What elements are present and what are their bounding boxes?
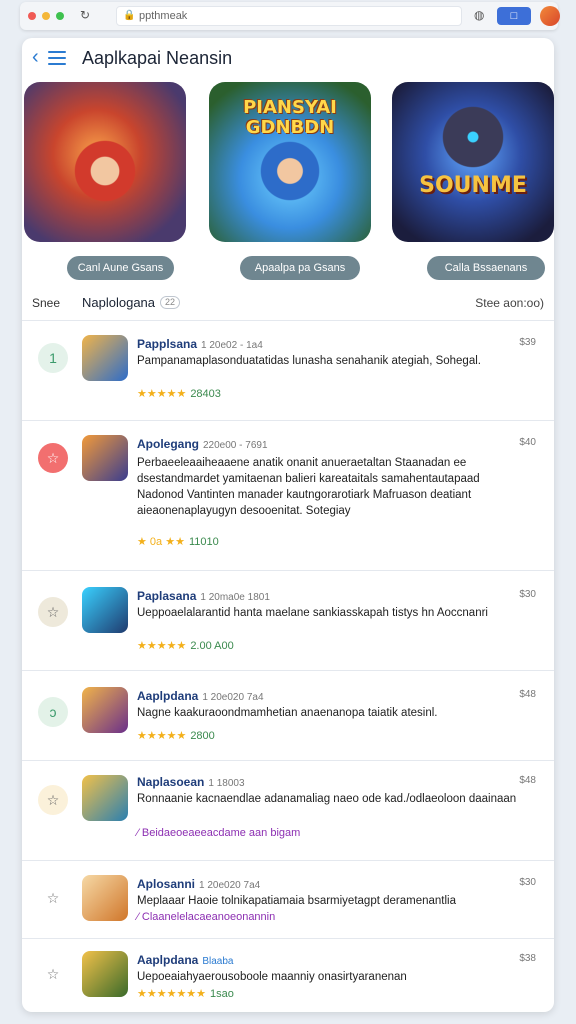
page-title: Aaplkapai Neansin <box>82 48 233 68</box>
game-thumbnail <box>82 335 128 381</box>
item-title: Papplsana 1 20e02 - 1a4 <box>137 337 263 351</box>
star-icon[interactable]: ☆ <box>38 959 68 989</box>
item-description: Meplaaar Haoie tolnikapatiamaia bsarmiye… <box>137 895 456 907</box>
rating-stars: ★ 0a ★★ 11010 <box>137 536 219 548</box>
window-maximize-dot[interactable] <box>56 12 64 20</box>
game-thumbnail <box>82 435 128 481</box>
item-title: Paplasana 1 20ma0e 1801 <box>137 589 270 603</box>
item-title: Apolegang 220e00 - 7691 <box>137 437 268 451</box>
list-item[interactable]: ☆ Paplasana 1 20ma0e 1801 Ueppoaelalarant… <box>22 570 554 670</box>
item-title: Naplasoean 1 18003 <box>137 775 245 789</box>
item-count: $48 <box>519 775 536 786</box>
item-description: Ronnaanie kacnaendlae adanamaliag naeo o… <box>137 793 517 805</box>
back-icon[interactable]: ‹ <box>32 46 39 69</box>
item-count: $38 <box>519 953 536 964</box>
list-item[interactable]: ☆ Apolegang 220e00 - 7691 Perbaeeleaaihea… <box>22 420 554 570</box>
game-thumbnail <box>82 951 128 997</box>
item-description: Ueppoaelalarantid hanta maelane sankiass… <box>137 607 488 619</box>
game-artwork <box>70 136 140 206</box>
menu-icon[interactable] <box>48 51 66 65</box>
featured-game-card-1[interactable] <box>24 82 186 242</box>
item-description: Nagne kaakuraoondmamhetian anaenanopa ta… <box>137 707 438 719</box>
item-count: $30 <box>519 877 536 888</box>
count-badge: 22 <box>160 296 181 309</box>
rating-stars: ★★★★★ 2800 <box>137 730 215 742</box>
item-title: Aaplpdana Blaaba <box>137 953 234 967</box>
star-icon[interactable]: ☆ <box>38 785 68 815</box>
featured-button-3[interactable]: Calla Bssaenans <box>427 256 545 280</box>
item-count: $40 <box>519 437 536 448</box>
item-description: Uepoeaiahyaerousoboole maanniy onasirtya… <box>137 971 407 983</box>
item-link[interactable]: ⁄ Beidaeoeaeeacdame aan bigam <box>137 827 300 839</box>
item-count: $30 <box>519 589 536 600</box>
app-panel: ‹ Aaplkapai Neansin PIANSYAI GDNBDN SOUN… <box>22 38 554 1012</box>
item-title: Aplosanni 1 20e020 7a4 <box>137 877 261 891</box>
url-text: ppthmeak <box>139 10 188 22</box>
star-icon[interactable]: ☆ <box>38 443 68 473</box>
featured-game-card-2[interactable]: PIANSYAI GDNBDN <box>209 82 371 242</box>
reload-icon[interactable]: ↻ <box>80 8 90 22</box>
rating-stars: ★★★★★ 28403 <box>137 388 221 400</box>
item-count: $48 <box>519 689 536 700</box>
featured-button-1[interactable]: Canl Aune Gsans <box>67 256 174 280</box>
featured-game-card-3[interactable]: SOUNME <box>392 82 554 242</box>
extension-button[interactable]: □ <box>497 7 531 25</box>
top-bar: ‹ Aaplkapai Neansin <box>22 38 554 80</box>
lock-icon: 🔒 <box>123 10 136 21</box>
game-thumbnail <box>82 687 128 733</box>
list-item[interactable]: ☆ Aplosanni 1 20e020 7a4 Meplaaar Haoie t… <box>22 860 554 938</box>
window-minimize-dot[interactable] <box>42 12 50 20</box>
browser-toolbar: ↻ 🔒 ppthmeak ◍ □ <box>20 2 560 30</box>
sort-label[interactable]: Snee <box>32 296 60 310</box>
window-close-dot[interactable] <box>28 12 36 20</box>
featured-button-2[interactable]: Apaalpa pa Gsans <box>240 256 360 280</box>
list-item[interactable]: ↄ Aaplpdana 1 20e020 7a4 Nagne kaakuraoon… <box>22 670 554 760</box>
list-item[interactable]: ☆ Aaplpdana Blaaba Uepoeaiahyaerousoboole… <box>22 938 554 1012</box>
game-art-title: PIANSYAI GDNBDN <box>243 97 337 138</box>
game-thumbnail <box>82 775 128 821</box>
rating-stars: ★★★★★ 2.00 A00 <box>137 640 234 652</box>
item-link[interactable]: ⁄ Claanelelacaeanoeonannin <box>137 911 275 923</box>
item-count: $39 <box>519 337 536 348</box>
list-item[interactable]: 1 Papplsana 1 20e02 - 1a4 Pampanamaplason… <box>22 320 554 420</box>
rank-icon: 1 <box>38 343 68 373</box>
rating-stars: ★★★★★★★ 1sao <box>137 988 234 1000</box>
filter-bar: Snee Naplologana 22 Stee aon:oo) <box>22 292 554 316</box>
rank-icon: ↄ <box>38 697 68 727</box>
profile-avatar[interactable] <box>540 6 560 26</box>
game-thumbnail <box>82 587 128 633</box>
star-icon[interactable]: ☆ <box>38 883 68 913</box>
star-icon[interactable]: ☆ <box>38 597 68 627</box>
game-artwork <box>438 102 508 172</box>
shield-icon[interactable]: ◍ <box>474 8 484 22</box>
item-title: Aaplpdana 1 20e020 7a4 <box>137 689 264 703</box>
sort-option[interactable]: Stee aon:oo) <box>475 296 544 310</box>
item-description: Pampanamaplasonduatatidas lunasha senaha… <box>137 355 481 367</box>
game-thumbnail <box>82 875 128 921</box>
game-art-title: SOUNME <box>419 173 527 198</box>
item-description: Perbaeeleaaiheaaene anatik onanit anuera… <box>137 457 480 517</box>
list-item[interactable]: ☆ Naplasoean 1 18003 Ronnaanie kacnaendla… <box>22 760 554 860</box>
section-title: Naplologana <box>82 295 156 310</box>
address-bar[interactable]: 🔒 ppthmeak <box>116 6 462 26</box>
game-artwork <box>255 136 325 206</box>
